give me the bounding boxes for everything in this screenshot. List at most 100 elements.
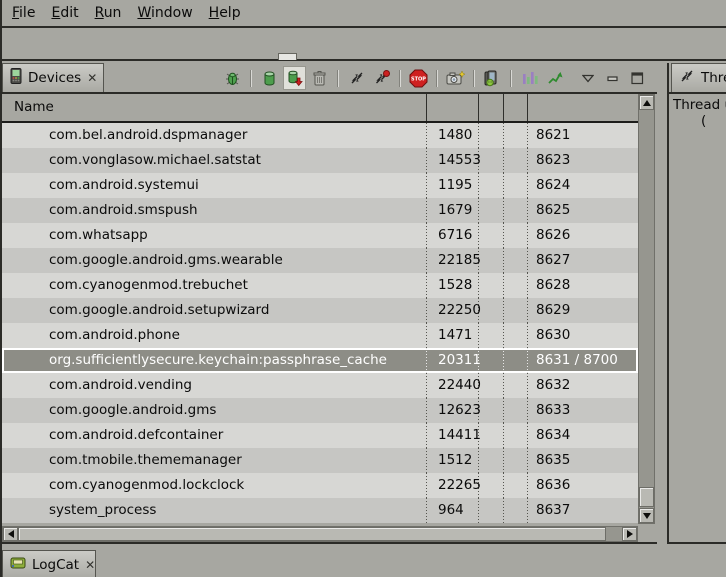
vertical-scroll-thumb[interactable] [639, 487, 654, 507]
table-row[interactable]: com.vonglasow.michael.satstat145538623 [2, 148, 638, 173]
process-port: 8635 [536, 448, 570, 473]
table-row[interactable]: com.android.smspush16798625 [2, 198, 638, 223]
threads-message-line1: Thread up [673, 97, 726, 113]
vertical-scrollbar[interactable] [638, 94, 655, 524]
menu-item-run[interactable]: Run [95, 5, 122, 21]
column-separator [503, 148, 504, 173]
table-row[interactable]: com.whatsapp67168626 [2, 223, 638, 248]
column-separator [503, 323, 504, 348]
tab-devices[interactable]: Devices ✕ [2, 63, 104, 92]
column-separator [503, 423, 504, 448]
stop-icon-label: STOP [411, 76, 426, 82]
screen-capture-icon[interactable] [445, 67, 466, 89]
header-column-line[interactable] [426, 94, 427, 121]
toolbar-separator [337, 70, 339, 87]
menu-item-file[interactable]: File [12, 5, 35, 21]
devices-panel: Devices ✕ [0, 63, 657, 544]
process-port: 8626 [536, 223, 570, 248]
menu-item-window[interactable]: Window [137, 5, 192, 21]
process-pid: 1679 [438, 198, 472, 223]
horizontal-scrollbar[interactable] [2, 526, 638, 542]
toolbar-separator [250, 70, 252, 87]
table-row[interactable]: com.google.android.gms.wearable221858627 [2, 248, 638, 273]
toolbar-separator [436, 70, 438, 87]
device-phone-icon [10, 68, 22, 88]
maximize-icon[interactable] [627, 67, 648, 89]
table-row[interactable]: com.bel.android.dspmanager14808621 [2, 123, 638, 148]
column-separator [426, 398, 427, 423]
scroll-right-button[interactable] [622, 527, 637, 541]
menu-item-edit[interactable]: Edit [51, 5, 78, 21]
table-row[interactable]: com.android.systemui11958624 [2, 173, 638, 198]
table-row[interactable]: com.cyanogenmod.trebuchet15288628 [2, 273, 638, 298]
horizontal-scroll-thumb[interactable] [18, 527, 606, 541]
column-header-name[interactable]: Name [14, 99, 54, 115]
tab-logcat-close-icon[interactable]: ✕ [85, 559, 95, 571]
column-separator [426, 223, 427, 248]
view-menu-icon[interactable] [577, 67, 598, 89]
column-separator [503, 273, 504, 298]
column-separator [527, 173, 528, 198]
dump-hprof-icon[interactable] [284, 67, 305, 89]
process-name: com.android.defcontainer [49, 423, 223, 448]
header-column-line[interactable] [503, 94, 504, 121]
column-separator [426, 348, 427, 373]
column-separator [426, 448, 427, 473]
column-separator [478, 198, 479, 223]
scroll-down-button[interactable] [639, 508, 654, 523]
column-separator [478, 173, 479, 198]
process-name: com.google.android.gms [49, 398, 216, 423]
start-opengl-trace-icon[interactable] [544, 67, 565, 89]
tab-threads[interactable]: Threads [671, 63, 726, 92]
column-separator [426, 148, 427, 173]
scroll-left-button[interactable] [3, 527, 18, 541]
tab-logcat[interactable]: LogCat ✕ [2, 550, 96, 577]
column-separator [503, 198, 504, 223]
stop-process-icon[interactable]: STOP [408, 67, 429, 89]
device-table-body: com.bel.android.dspmanager14808621com.vo… [2, 123, 638, 523]
table-row[interactable]: com.cyanogenmod.lockclock222658636 [2, 473, 638, 498]
column-separator [478, 223, 479, 248]
column-separator [426, 273, 427, 298]
header-column-line[interactable] [527, 94, 528, 121]
header-column-line[interactable] [478, 94, 479, 121]
update-threads-icon[interactable] [346, 67, 367, 89]
table-row[interactable]: system_process9648637 [2, 498, 638, 523]
update-heap-icon[interactable] [259, 67, 280, 89]
tabbar-divider [669, 92, 726, 94]
table-row[interactable]: com.android.vending224408632 [2, 373, 638, 398]
column-separator [426, 173, 427, 198]
column-separator [503, 373, 504, 398]
process-pid: 6716 [438, 223, 472, 248]
toolbar-drag-handle [278, 53, 297, 60]
process-port: 8627 [536, 248, 570, 273]
menu-item-help[interactable]: Help [209, 5, 241, 21]
panel-bottom-border [669, 542, 726, 544]
table-row[interactable]: com.google.android.setupwizard222508629 [2, 298, 638, 323]
column-separator [503, 348, 504, 373]
capture-system-trace-icon[interactable] [519, 67, 540, 89]
process-port: 8625 [536, 198, 570, 223]
tab-devices-close-icon[interactable]: ✕ [87, 72, 97, 84]
process-port: 8636 [536, 473, 570, 498]
column-separator [527, 423, 528, 448]
tab-devices-label: Devices [28, 70, 81, 86]
debug-process-icon[interactable] [222, 67, 243, 89]
table-row[interactable]: com.android.phone14718630 [2, 323, 638, 348]
column-separator [503, 473, 504, 498]
process-pid: 22265 [438, 473, 481, 498]
cause-gc-icon[interactable] [309, 67, 330, 89]
table-row[interactable]: com.google.android.gms126238633 [2, 398, 638, 423]
start-method-profiling-icon[interactable] [371, 67, 392, 89]
process-pid: 1528 [438, 273, 472, 298]
tab-logcat-label: LogCat [32, 557, 79, 573]
table-row[interactable]: com.tmobile.thememanager15128635 [2, 448, 638, 473]
minimize-icon[interactable] [602, 67, 623, 89]
column-separator [426, 323, 427, 348]
table-row-selected[interactable]: org.sufficientlysecure.keychain:passphra… [2, 348, 638, 373]
multi-device-capture-icon[interactable] [482, 67, 503, 89]
scroll-up-button[interactable] [639, 95, 654, 110]
table-row[interactable]: com.android.defcontainer144118634 [2, 423, 638, 448]
column-separator [503, 448, 504, 473]
column-separator [527, 373, 528, 398]
